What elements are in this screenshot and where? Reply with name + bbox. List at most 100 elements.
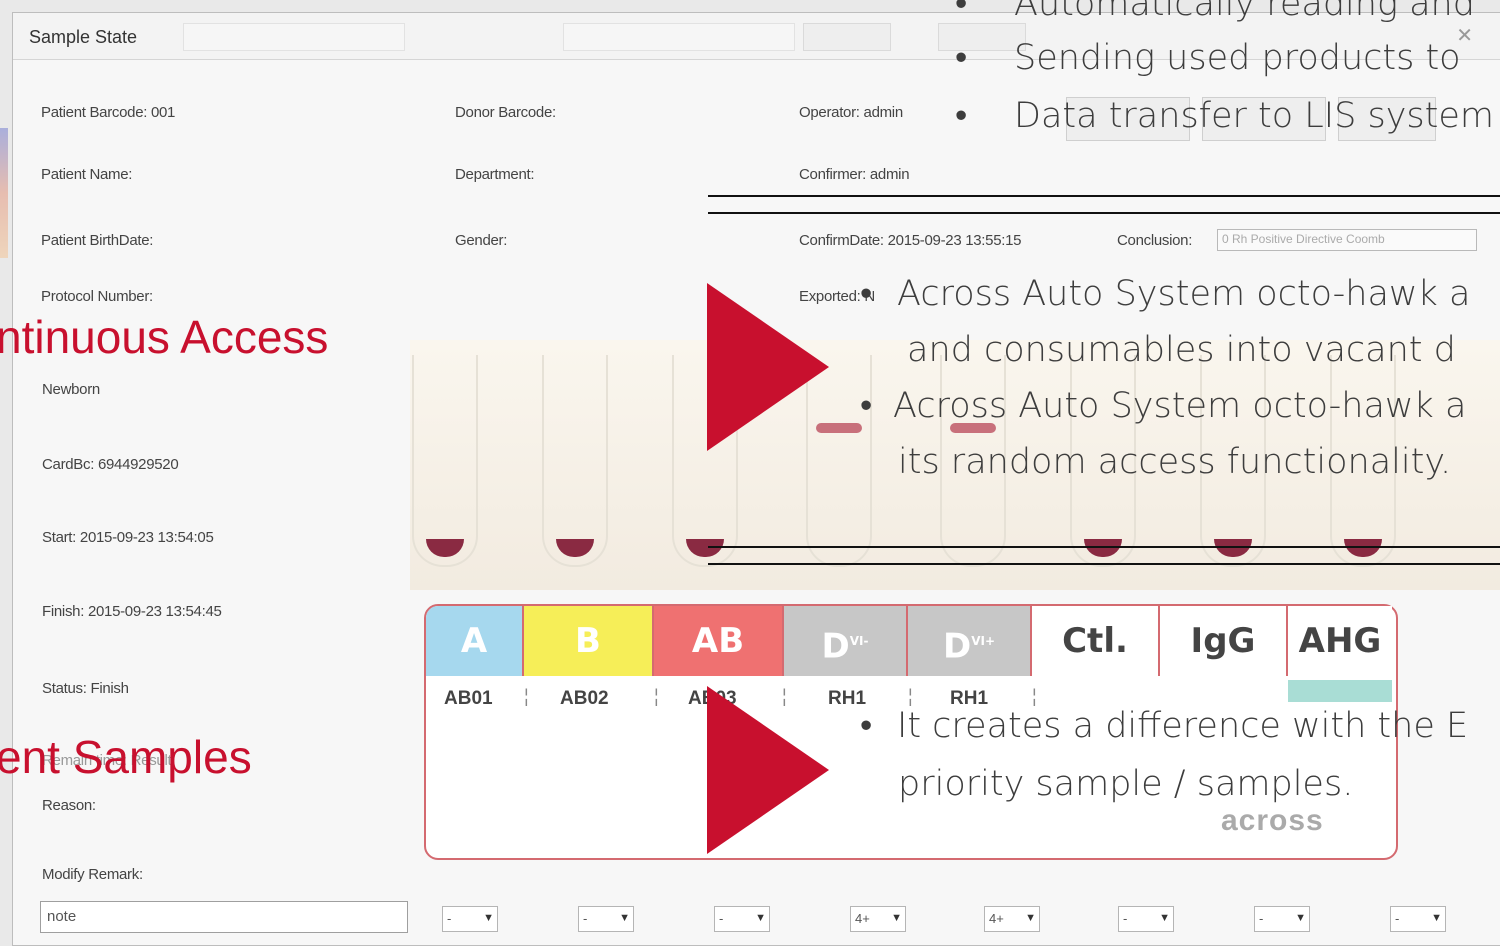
ghost-clear-button[interactable] [938,23,1026,51]
patient-birthdate-label: Patient BirthDate: [41,232,154,249]
start-time-label: Start: 2015-09-23 13:54:05 [42,529,214,546]
column-head-b: B [524,606,654,676]
tube-1 [412,355,478,567]
column-head-b-text: B [575,621,601,661]
confirmer-label: Confirmer: admin [799,166,910,183]
result-dropdown-4-value: 4+ [855,911,870,926]
bullet-dot-1: • [955,0,968,24]
tube-2-pellet [556,539,594,557]
tube-8-pellet [1344,539,1382,557]
result-dropdown-3-value: - [719,911,724,926]
patient-barcode-label: Patient Barcode: 001 [41,104,176,121]
column-head-dvi-neg-text: D [821,626,850,667]
donor-barcode-label: Donor Barcode: [455,104,556,121]
side-color-strip [0,128,8,258]
patient-name-label: Patient Name: [41,166,133,183]
column-head-igg: IgG [1160,606,1288,676]
divider-line-2 [708,212,1500,214]
bullet-text-5b: its random access functionality. [898,442,1452,482]
reason-label: Reason: [42,797,96,814]
bullet-text-4b: and consumables into vacant d [907,330,1456,370]
bullet-text-2: Sending used products to [1014,38,1461,78]
result-dropdown-8-value: - [1395,911,1400,926]
column-head-ahg: AHG [1288,606,1392,676]
column-divider-2: ¦ [654,686,659,706]
column-sub-a: AB01 [444,688,493,709]
column-head-dvi-pos: DVI+ [908,606,1032,676]
column-head-dvi-neg-sup: VI- [849,634,869,648]
chevron-down-icon: ▼ [1025,912,1036,924]
cardbc-label: CardBc: 6944929520 [42,456,179,473]
conclusion-label: Conclusion: [1117,232,1193,249]
conclusion-field[interactable]: 0 Rh Positive Directive Coomb [1217,229,1477,251]
result-dropdown-8[interactable]: - ▼ [1390,906,1446,932]
ghost-search-button[interactable] [803,23,891,51]
tube-7-pellet [1214,539,1252,557]
column-head-dvi-pos-sup: VI+ [971,634,996,648]
divider-line-1 [708,195,1500,197]
bullet-dot-5: • [860,386,873,426]
column-head-ab: AB [654,606,784,676]
modify-remark-label: Modify Remark: [42,866,143,883]
bullet-text-6: It creates a difference with the E [897,706,1469,746]
chevron-down-icon: ▼ [1431,912,1442,924]
column-divider-1: ¦ [524,686,529,706]
column-head-ctl: Ctl. [1032,606,1160,676]
column-head-ctl-text: Ctl. [1062,621,1128,661]
result-dropdown-5[interactable]: 4+ ▼ [984,906,1040,932]
column-divider-5: ¦ [1032,686,1037,706]
bullet-text-1: Automatically reading and [1014,0,1475,24]
column-head-dvi-pos-text: D [942,626,972,667]
urgent-samples-heading: ent Samples [0,731,252,783]
continuous-access-heading: ntinuous Access [0,311,329,363]
bullet-dot-2: • [955,38,968,78]
column-head-dvi-neg: DVI- [784,606,908,676]
bullet-text-4: Across Auto System octo-hawk a [897,274,1471,314]
tube-2 [542,355,608,567]
bullet-dot-4: • [860,274,873,314]
result-dropdown-1[interactable]: - ▼ [442,906,498,932]
window-title: Sample State [29,27,138,47]
tube-6-pellet [1084,539,1122,557]
bullet-text-6b: priority sample / samples. [898,764,1354,804]
column-head-a-text: A [460,621,488,661]
result-dropdown-7[interactable]: - ▼ [1254,906,1310,932]
result-dropdown-7-value: - [1259,911,1264,926]
tube-1-pellet [426,539,464,557]
result-dropdown-4[interactable]: 4+ ▼ [850,906,906,932]
bullet-text-5: Across Auto System octo-hawk a [893,386,1467,426]
across-logo: across [1221,804,1324,837]
operator-label: Operator: admin [799,104,903,121]
column-divider-4: ¦ [908,686,913,706]
column-head-ab-text: AB [691,621,745,661]
department-label: Department: [455,166,535,183]
result-dropdown-2-value: - [583,911,588,926]
column-head-igg-text: IgG [1190,621,1256,661]
status-label: Status: Finish [42,680,129,697]
bullet-text-3: Data transfer to LIS system [1014,96,1495,136]
chevron-down-icon: ▼ [891,912,902,924]
play-arrow-icon [707,283,829,451]
column-head-ahg-text: AHG [1298,621,1382,661]
column-head-a: A [426,606,524,676]
result-dropdown-5-value: 4+ [989,911,1004,926]
ahg-color-mark [1288,680,1392,702]
finish-time-label: Finish: 2015-09-23 13:54:45 [42,603,222,620]
newborn-label: Newborn [42,381,100,398]
column-sub-b: AB02 [560,688,609,709]
result-dropdown-3[interactable]: - ▼ [714,906,770,932]
chevron-down-icon: ▼ [1295,912,1306,924]
chevron-down-icon: ▼ [1159,912,1170,924]
result-dropdown-1-value: - [447,911,452,926]
bullet-dot-3: • [955,96,968,136]
protocol-number-label: Protocol Number: [41,288,153,305]
result-dropdown-2[interactable]: - ▼ [578,906,634,932]
note-input[interactable]: note [40,901,408,933]
chevron-down-icon: ▼ [483,912,494,924]
bullet-dot-6: • [860,706,873,746]
chevron-down-icon: ▼ [755,912,766,924]
ghost-barcode-field[interactable] [183,23,405,51]
ghost-search-field[interactable] [563,23,795,51]
divider-line-4 [708,563,1500,565]
result-dropdown-6[interactable]: - ▼ [1118,906,1174,932]
